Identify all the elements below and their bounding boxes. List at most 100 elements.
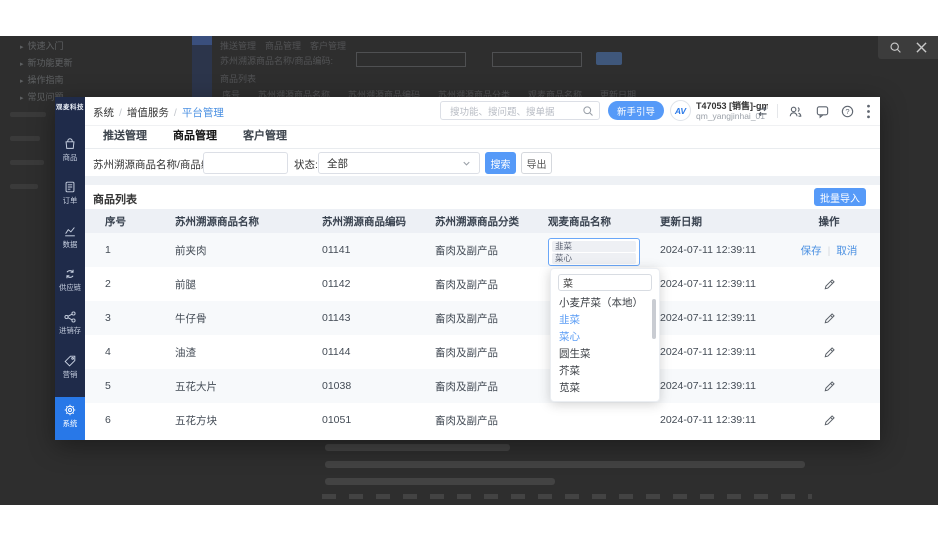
cell-actions: 保存|取消 bbox=[778, 301, 880, 335]
batch-import-button[interactable]: 批量导入 bbox=[814, 188, 866, 206]
cell-guanmai-name bbox=[536, 403, 648, 437]
switch-account-icon[interactable] bbox=[756, 105, 769, 118]
contacts-icon[interactable] bbox=[788, 104, 803, 119]
selected-tag[interactable]: 菜心 bbox=[552, 253, 636, 264]
cell-category: 畜肉及副产品 bbox=[423, 335, 536, 369]
tab[interactable]: 客户管理 bbox=[243, 125, 287, 148]
table-body: 1 前夹肉 01141 畜肉及副产品 2024-07-11 12:39:11 保… bbox=[85, 233, 880, 437]
sidebar-item-supply-chain[interactable]: 供应链 bbox=[55, 267, 85, 293]
chevron-down-icon bbox=[461, 158, 472, 169]
sidebar-nav: 观麦科技 商品 订单 数据 供应链 进销存 营销 系统 bbox=[55, 97, 85, 440]
search-button[interactable]: 搜索 bbox=[485, 152, 516, 174]
dropdown-scrollbar[interactable] bbox=[652, 299, 656, 339]
keyword-input[interactable] bbox=[203, 152, 288, 174]
help-icon[interactable]: ? bbox=[840, 104, 855, 119]
tab[interactable]: 商品管理 bbox=[173, 125, 217, 148]
edit-pencil-icon[interactable] bbox=[823, 278, 836, 291]
column-header: 苏州溯源商品名称 bbox=[163, 209, 310, 233]
sidebar-item-label: 供应链 bbox=[56, 282, 84, 292]
dropdown-option[interactable]: 小麦芹菜（本地） bbox=[551, 295, 659, 312]
cell-updated: 2024-07-11 12:39:11 bbox=[648, 267, 778, 301]
cell-actions: 保存|取消 bbox=[778, 369, 880, 403]
save-link[interactable]: 保存 bbox=[801, 245, 822, 257]
cell-updated: 2024-07-11 12:39:11 bbox=[648, 369, 778, 403]
cell-product-name: 油渣 bbox=[163, 335, 310, 369]
sidebar-item-label: 进销存 bbox=[56, 325, 84, 335]
table-row: 3 牛仔骨 01143 畜肉及副产品 2024-07-11 12:39:11 保… bbox=[85, 301, 880, 335]
breadcrumb-item[interactable]: 系统 bbox=[93, 107, 114, 119]
cell-product-code: 01143 bbox=[310, 301, 423, 335]
edit-pencil-icon[interactable] bbox=[823, 414, 836, 427]
newbie-guide-button[interactable]: 新手引导 bbox=[608, 101, 664, 120]
cell-index: 2 bbox=[85, 267, 163, 301]
cell-category: 畜肉及副产品 bbox=[423, 369, 536, 403]
tag-icon bbox=[63, 354, 77, 368]
search-icon[interactable] bbox=[582, 105, 594, 117]
cell-actions: 保存|取消 bbox=[778, 267, 880, 301]
cell-product-code: 01141 bbox=[310, 233, 423, 267]
cell-product-code: 01051 bbox=[310, 403, 423, 437]
sidebar-item-goods[interactable]: 商品 bbox=[55, 137, 85, 163]
breadcrumb-item[interactable]: 增值服务 bbox=[127, 107, 169, 119]
status-label: 状态: bbox=[294, 157, 318, 172]
dropdown-option[interactable]: 芥菜 bbox=[551, 363, 659, 380]
cell-category: 畜肉及副产品 bbox=[423, 301, 536, 335]
export-button[interactable]: 导出 bbox=[521, 152, 552, 174]
table-row: 1 前夹肉 01141 畜肉及副产品 2024-07-11 12:39:11 保… bbox=[85, 233, 880, 267]
cancel-link[interactable]: 取消 bbox=[836, 245, 857, 257]
tab[interactable]: 推送管理 bbox=[103, 125, 147, 148]
cell-updated: 2024-07-11 12:39:11 bbox=[648, 233, 778, 267]
guanmai-dropdown: 小麦芹菜（本地）韭菜菜心圆生菜芥菜苋菜 bbox=[550, 268, 660, 402]
shopping-bag-icon bbox=[63, 137, 77, 151]
dropdown-option[interactable]: 苋菜 bbox=[551, 380, 659, 397]
app-window: 观麦科技 商品 订单 数据 供应链 进销存 营销 系统 bbox=[55, 97, 880, 440]
table-row: 2 前腿 01142 畜肉及副产品 2024-07-11 12:39:11 保存… bbox=[85, 267, 880, 301]
filter-bar: 苏州溯源商品名称/商品编码: 状态: 全部 搜索 导出 bbox=[85, 149, 880, 176]
more-menu-icon[interactable] bbox=[866, 104, 871, 119]
viewer-zoom-button[interactable] bbox=[886, 39, 904, 57]
sidebar-item-label: 商品 bbox=[56, 152, 84, 162]
viewer-close-button[interactable] bbox=[912, 39, 930, 57]
viewer-toolbar bbox=[878, 36, 938, 59]
cell-updated: 2024-07-11 12:39:11 bbox=[648, 335, 778, 369]
product-list-card: 商品列表 批量导入 序号 苏州溯源商品名称 苏州溯源商品编码 苏州溯源商品分类 … bbox=[85, 185, 880, 440]
table-header: 序号 苏州溯源商品名称 苏州溯源商品编码 苏州溯源商品分类 观麦商品名称 更新日… bbox=[85, 209, 880, 233]
table-row: 6 五花方块 01051 畜肉及副产品 2024-07-11 12:39:11 … bbox=[85, 403, 880, 437]
gear-icon bbox=[63, 403, 77, 417]
sidebar-item-marketing[interactable]: 营销 bbox=[55, 354, 85, 380]
cell-product-name: 五花方块 bbox=[163, 403, 310, 437]
dropdown-search-input[interactable] bbox=[558, 274, 652, 291]
card-title: 商品列表 bbox=[93, 191, 137, 207]
brand-logo: 观麦科技 bbox=[55, 101, 85, 111]
cell-category: 畜肉及副产品 bbox=[423, 403, 536, 437]
cell-category: 畜肉及副产品 bbox=[423, 267, 536, 301]
status-select[interactable]: 全部 bbox=[318, 152, 480, 174]
sidebar-item-orders[interactable]: 订单 bbox=[55, 180, 85, 206]
edit-pencil-icon[interactable] bbox=[823, 346, 836, 359]
sidebar-item-inventory[interactable]: 进销存 bbox=[55, 310, 85, 336]
avatar[interactable]: AV bbox=[670, 100, 691, 121]
dropdown-option[interactable]: 韭菜 bbox=[551, 312, 659, 329]
guanmai-multiselect[interactable]: 韭菜菜心 bbox=[548, 238, 640, 266]
selected-tag[interactable]: 韭菜 bbox=[552, 241, 636, 252]
topbar-divider bbox=[777, 104, 778, 118]
global-search-box bbox=[440, 101, 600, 120]
sidebar-item-data[interactable]: 数据 bbox=[55, 224, 85, 250]
cell-actions: 保存|取消 bbox=[778, 335, 880, 369]
table-row: 4 油渣 01144 畜肉及副产品 2024-07-11 12:39:11 保存… bbox=[85, 335, 880, 369]
dropdown-options: 小麦芹菜（本地）韭菜菜心圆生菜芥菜苋菜 bbox=[551, 295, 659, 397]
table-row: 5 五花大片 01038 畜肉及副产品 2024-07-11 12:39:11 … bbox=[85, 369, 880, 403]
tab-bar: 推送管理 商品管理 客户管理 bbox=[85, 125, 880, 149]
global-search-input[interactable] bbox=[448, 103, 584, 122]
cell-updated: 2024-07-11 12:39:11 bbox=[648, 301, 778, 335]
feedback-chat-icon[interactable] bbox=[815, 104, 830, 119]
dropdown-option[interactable]: 圆生菜 bbox=[551, 346, 659, 363]
sidebar-item-label: 系统 bbox=[56, 418, 84, 428]
cell-product-name: 牛仔骨 bbox=[163, 301, 310, 335]
edit-pencil-icon[interactable] bbox=[823, 312, 836, 325]
dropdown-option[interactable]: 菜心 bbox=[551, 329, 659, 346]
cell-product-code: 01144 bbox=[310, 335, 423, 369]
edit-pencil-icon[interactable] bbox=[823, 380, 836, 393]
breadcrumb: 系统/增值服务/平台管理 bbox=[93, 105, 224, 120]
cell-actions: 保存|取消 bbox=[778, 403, 880, 437]
